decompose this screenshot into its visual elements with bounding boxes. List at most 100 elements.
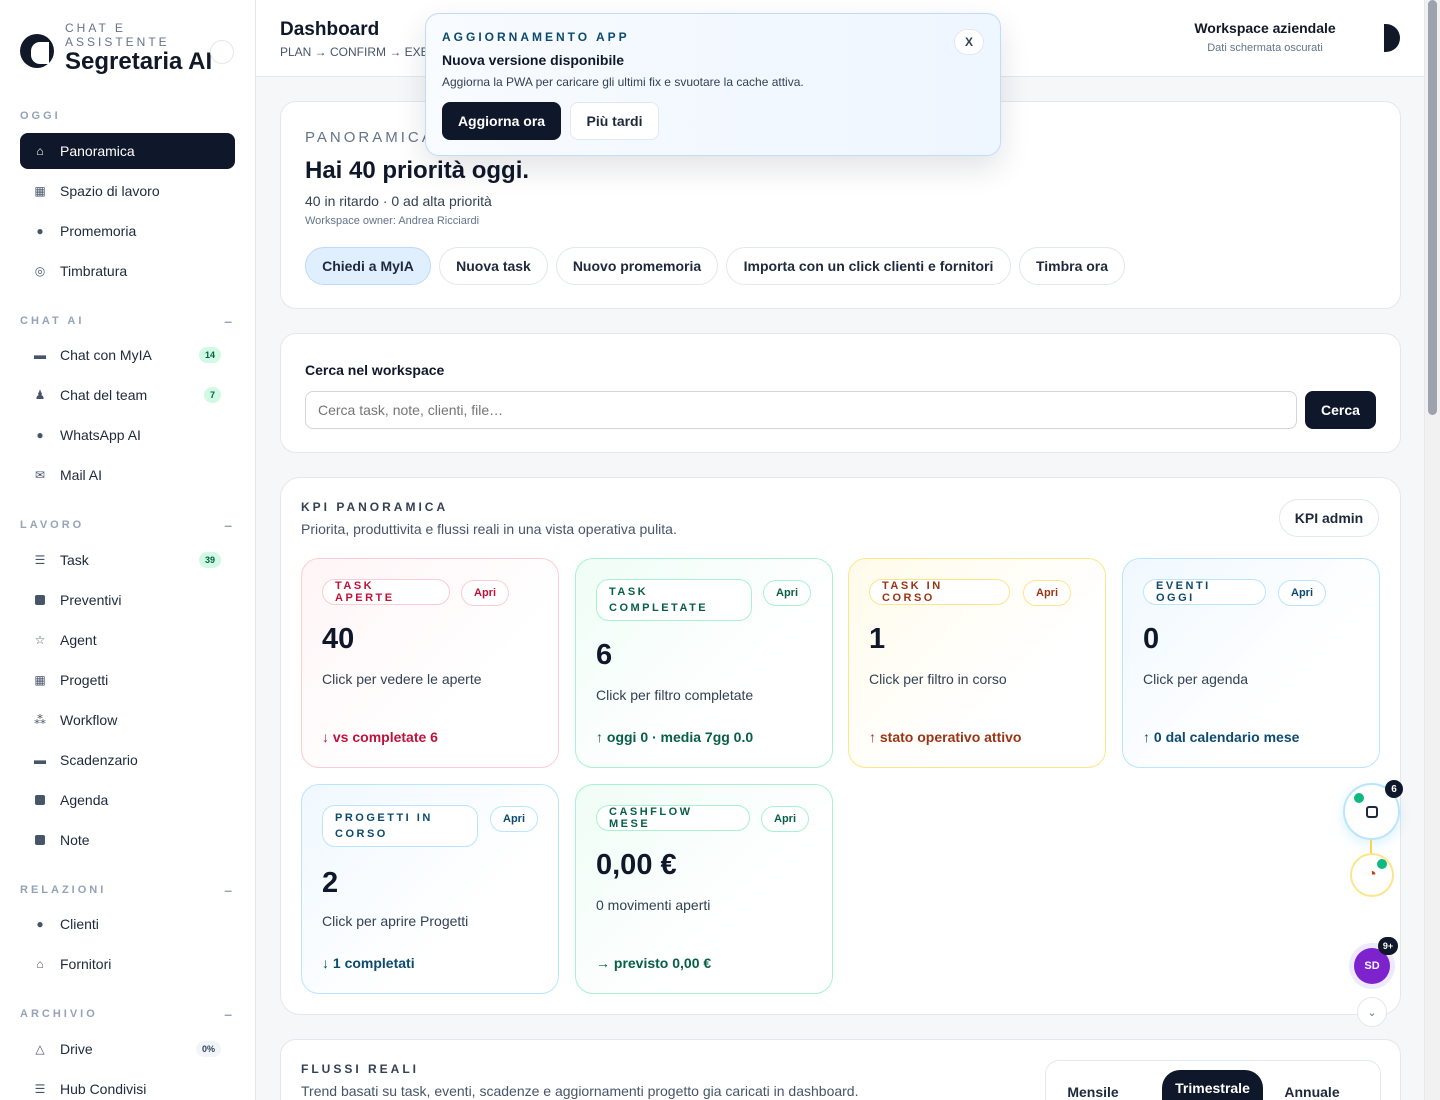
collapse-icon[interactable]: – <box>224 517 232 533</box>
sidebar-item-promemoria[interactable]: ● Promemoria <box>20 213 235 249</box>
section-header-lavoro[interactable]: LAVORO – <box>20 517 236 533</box>
brand-title: Segretaria AI <box>65 48 213 75</box>
collapse-icon[interactable]: – <box>224 313 232 329</box>
kpi-description: Click per aprire Progetti <box>322 913 469 929</box>
kpi-card-eventi-oggi[interactable]: EVENTI OGGI Apri 0 Click per agenda ↑ 0 … <box>1122 558 1380 768</box>
sidebar-item-label: Note <box>60 832 90 848</box>
kpi-trend: ↑ 0 dal calendario mese <box>1143 729 1300 745</box>
sidebar-item-label: WhatsApp AI <box>60 427 141 443</box>
new-reminder-button[interactable]: Nuovo promemoria <box>556 247 718 285</box>
grid-icon: ▦ <box>34 184 46 198</box>
user-icon: ● <box>36 917 44 931</box>
kpi-admin-button[interactable]: KPI admin <box>1279 499 1379 537</box>
ask-myia-button[interactable]: Chiedi a MyIA <box>305 247 431 285</box>
hero-owner: Workspace owner: Andrea Ricciardi <box>305 215 480 227</box>
sidebar-item-agent[interactable]: ☆ Agent <box>20 622 235 658</box>
sidebar-item-chat-team[interactable]: ♟ Chat del team 7 <box>20 377 235 413</box>
timer-indicator <box>1377 859 1387 869</box>
search-input[interactable] <box>305 391 1297 429</box>
collapse-icon[interactable]: – <box>224 882 232 898</box>
kpi-card-task-completate[interactable]: TASK COMPLETATE Apri 6 Click per filtro … <box>575 558 833 768</box>
sidebar-item-scadenzario[interactable]: ▬ Scadenzario <box>20 742 235 778</box>
section-header-archivio[interactable]: ARCHIVIO – <box>20 1006 236 1022</box>
section-header-relazioni[interactable]: RELAZIONI – <box>20 882 236 898</box>
brand[interactable]: CHAT E ASSISTENTE Segretaria AI <box>20 18 240 78</box>
sidebar-item-panoramica[interactable]: ⌂ Panoramica <box>20 133 235 169</box>
popup-eyebrow: AGGIORNAMENTO APP <box>442 30 630 44</box>
workspace-switcher[interactable]: Workspace aziendale Dati schermata oscur… <box>1186 20 1344 54</box>
later-button[interactable]: Più tardi <box>570 102 659 140</box>
kpi-open-button[interactable]: Apri <box>490 806 538 832</box>
kpi-open-button[interactable]: Apri <box>1023 580 1071 606</box>
sidebar-item-label: Drive <box>60 1041 93 1057</box>
collapse-icon[interactable]: – <box>224 1006 232 1022</box>
sidebar-item-agenda[interactable]: Agenda <box>20 782 235 818</box>
kpi-open-button[interactable]: Apri <box>761 806 809 832</box>
brand-logo-icon <box>20 34 54 68</box>
sidebar-item-task[interactable]: ☰ Task 39 <box>20 542 235 578</box>
sidebar-item-spazio-di-lavoro[interactable]: ▦ Spazio di lavoro <box>20 173 235 209</box>
update-now-button[interactable]: Aggiorna ora <box>442 102 561 140</box>
card-icon: ▬ <box>34 753 46 767</box>
sidebar-item-workflow[interactable]: ⁂ Workflow <box>20 702 235 738</box>
kpi-description: Click per agenda <box>1143 671 1249 687</box>
count-badge: 7 <box>203 387 221 403</box>
hub-icon: ☰ <box>34 1082 46 1096</box>
sidebar-item-progetti[interactable]: ▦ Progetti <box>20 662 235 698</box>
scroll-down-button[interactable]: ⌄ <box>1357 997 1387 1027</box>
sidebar: CHAT E ASSISTENTE Segretaria AI OGGI ⌂ Pa… <box>0 0 256 1100</box>
sidebar-item-clienti[interactable]: ● Clienti <box>20 906 235 942</box>
popup-close-button[interactable]: X <box>954 29 984 55</box>
kpi-value: 40 <box>322 623 355 655</box>
sidebar-item-label: Workflow <box>60 712 118 728</box>
new-task-button[interactable]: Nuova task <box>439 247 548 285</box>
kpi-tag: TASK IN CORSO <box>869 579 1010 605</box>
drive-icon: △ <box>35 1042 45 1056</box>
sidebar-item-drive[interactable]: △ Drive 0% <box>20 1031 235 1067</box>
sidebar-item-label: Chat del team <box>60 387 148 403</box>
kpi-tag: CASHFLOW MESE <box>596 805 750 831</box>
kpi-open-button[interactable]: Apri <box>461 580 509 606</box>
section-header-chat-ai[interactable]: CHAT AI – <box>20 313 236 329</box>
import-contacts-button[interactable]: Importa con un click clienti e fornitori <box>726 247 1011 285</box>
sidebar-item-whatsapp-ai[interactable]: ● WhatsApp AI <box>20 417 235 453</box>
usage-badge: 0% <box>195 1041 221 1057</box>
kpi-card-progetti-in-corso[interactable]: PROGETTI IN CORSO Apri 2 Click per aprir… <box>301 784 559 994</box>
kpi-trend: ↑ oggi 0 · media 7gg 0.0 <box>596 729 754 745</box>
kpi-card-task-in-corso[interactable]: TASK IN CORSO Apri 1 Click per filtro in… <box>848 558 1106 768</box>
clock-in-button[interactable]: Timbra ora <box>1019 247 1125 285</box>
period-tab-mensile[interactable]: Mensile <box>1052 1074 1134 1100</box>
whatsapp-icon: ● <box>36 428 44 442</box>
period-tab-annuale[interactable]: Annuale <box>1272 1074 1352 1100</box>
sidebar-item-hub-condivisi[interactable]: ☰ Hub Condivisi <box>20 1071 235 1100</box>
star-icon: ☆ <box>34 633 46 647</box>
search-button[interactable]: Cerca <box>1305 391 1376 429</box>
avatar[interactable] <box>1384 24 1400 52</box>
hero-stats: 40 in ritardo · 0 ad alta priorità <box>305 193 492 209</box>
kpi-subtitle: Priorita, produttivita e flussi reali in… <box>301 521 677 537</box>
sidebar-item-timbratura[interactable]: ◎ Timbratura <box>20 253 235 289</box>
sidebar-item-note[interactable]: Note <box>20 822 235 858</box>
kpi-open-button[interactable]: Apri <box>763 580 811 606</box>
sidebar-item-label: Fornitori <box>60 956 112 972</box>
sidebar-item-chat-myia[interactable]: ▬ Chat con MyIA 14 <box>20 337 235 373</box>
team-icon: ♟ <box>34 388 46 402</box>
sidebar-item-label: Timbratura <box>60 263 128 279</box>
sidebar-item-mail-ai[interactable]: ✉ Mail AI <box>20 457 235 493</box>
sidebar-toggle-button[interactable] <box>210 40 234 64</box>
sidebar-item-label: Preventivi <box>60 592 122 608</box>
period-switcher: Mensile Trimestrale Annuale <box>1045 1060 1381 1100</box>
scrollbar-thumb[interactable] <box>1428 0 1437 415</box>
sidebar-item-label: Scadenzario <box>60 752 138 768</box>
kpi-trend: ↑ stato operativo attivo <box>869 729 1022 745</box>
sidebar-item-fornitori[interactable]: ⌂ Fornitori <box>20 946 235 982</box>
workflow-icon: ⁂ <box>34 713 46 727</box>
timer-fab[interactable]: ◔ <box>1350 853 1394 897</box>
section-header-oggi: OGGI <box>20 110 61 122</box>
sidebar-item-preventivi[interactable]: Preventivi <box>20 582 235 618</box>
kpi-open-button[interactable]: Apri <box>1278 580 1326 606</box>
kpi-card-task-aperte[interactable]: TASK APERTE Apri 40 Click per vedere le … <box>301 558 559 768</box>
kpi-trend: ↓ 1 completati <box>322 955 415 971</box>
period-tab-trimestrale[interactable]: Trimestrale <box>1162 1070 1263 1100</box>
kpi-card-cashflow-mese[interactable]: CASHFLOW MESE Apri 0,00 € 0 movimenti ap… <box>575 784 833 994</box>
